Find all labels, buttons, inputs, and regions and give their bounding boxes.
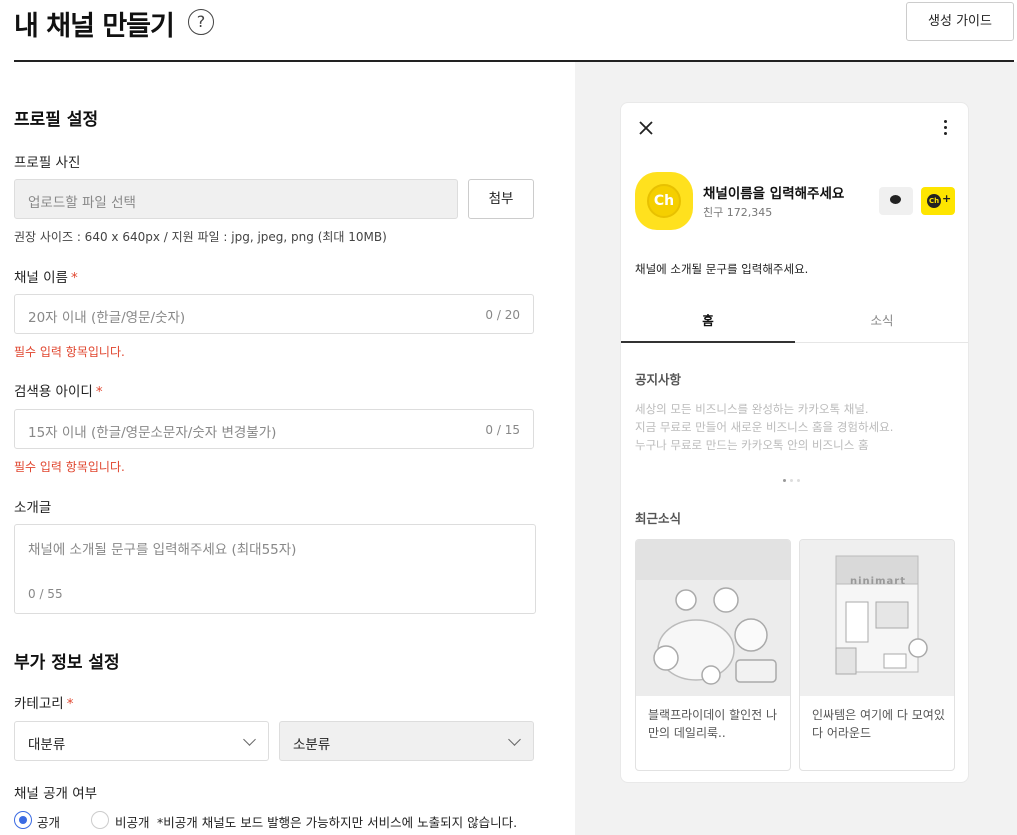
- page-header: 내 채널 만들기 ? 생성 가이드: [14, 0, 1014, 62]
- category-minor-select[interactable]: 소분류: [279, 721, 534, 761]
- channel-name-placeholder: 20자 이내 (한글/영문/숫자): [28, 310, 186, 326]
- tab-home[interactable]: 홈: [621, 299, 795, 343]
- private-note: *비공개 채널도 보드 발행은 가능하지만 서비스에 노출되지 않습니다.: [157, 815, 518, 830]
- page-title: 내 채널 만들기: [14, 11, 175, 42]
- intro-counter: 0 / 55: [28, 587, 63, 601]
- upload-placeholder: 업로드할 파일 선택: [28, 195, 136, 211]
- news-text: 인싸템은 여기에 다 모여있다 어라운드: [812, 708, 945, 740]
- intro-label: 소개글: [14, 500, 52, 516]
- photo-hint: 권장 사이즈 : 640 x 640px / 지원 파일 : jpg, jpeg…: [14, 230, 387, 244]
- category-major-select[interactable]: 대분류: [14, 721, 269, 761]
- notice-line: 누구나 무료로 만드는 카카오톡 안의 비즈니스 홈: [635, 438, 869, 452]
- public-radio-label[interactable]: 공개: [37, 812, 60, 831]
- attach-button[interactable]: 첨부: [468, 179, 534, 219]
- channel-logo: Ch: [635, 172, 693, 230]
- carousel-dots: [783, 467, 804, 486]
- chevron-down-icon: [508, 733, 521, 746]
- close-icon[interactable]: [637, 119, 655, 137]
- search-id-input[interactable]: 15자 이내 (한글/영문소문자/숫자 변경불가) 0 / 15: [14, 409, 534, 449]
- news-card[interactable]: 블랙프라이데이 할인전 나만의 데일리룩..: [635, 539, 791, 771]
- news-illustration: [636, 540, 790, 696]
- profile-section-title: 프로필 설정: [14, 110, 99, 130]
- preview-intro: 채널에 소개될 문구를 입력해주세요.: [635, 262, 809, 276]
- channel-name-input[interactable]: 20자 이내 (한글/영문/숫자) 0 / 20: [14, 294, 534, 334]
- add-channel-button[interactable]: Ch +: [921, 187, 955, 215]
- intro-textarea[interactable]: 채널에 소개될 문구를 입력해주세요 (최대55자) 0 / 55: [14, 524, 536, 614]
- channel-preview-card: Ch 채널이름을 입력해주세요 친구 172,345 Ch + 채널에 소개될 …: [620, 102, 969, 783]
- preview-tabs: 홈 소식: [621, 299, 968, 343]
- recent-news-title: 최근소식: [635, 511, 682, 526]
- channel-name-counter: 0 / 20: [485, 308, 520, 322]
- notice-line: 지금 무료로 만들어 새로운 비즈니스 홈을 경험하세요.: [635, 420, 894, 434]
- chevron-down-icon: [243, 733, 256, 746]
- news-text: 블랙프라이데이 할인전 나만의 데일리룩..: [648, 708, 778, 740]
- add-channel-logo-mark: Ch: [927, 194, 941, 208]
- search-id-error: 필수 입력 항목입니다.: [14, 460, 125, 474]
- category-minor-value: 소분류: [293, 737, 331, 753]
- profile-photo-label: 프로필 사진: [14, 155, 81, 171]
- intro-placeholder: 채널에 소개될 문구를 입력해주세요 (최대55자): [28, 542, 297, 558]
- category-major-value: 대분류: [28, 737, 66, 753]
- profile-photo-file-input[interactable]: 업로드할 파일 선택: [14, 179, 458, 219]
- news-card[interactable]: ninimart 인싸템은 여기에 다 모여있다 어라운드: [799, 539, 955, 771]
- preview-channel-name: 채널이름을 입력해주세요: [703, 186, 845, 202]
- channel-name-error: 필수 입력 항목입니다.: [14, 345, 125, 359]
- more-icon[interactable]: [944, 120, 948, 136]
- chat-bubble-icon[interactable]: [879, 187, 913, 215]
- channel-form: 프로필 설정 프로필 사진 업로드할 파일 선택 첨부 권장 사이즈 : 640…: [14, 62, 554, 835]
- preview-friends-count: 친구 172,345: [703, 206, 773, 219]
- category-label: 카테고리 *: [14, 696, 74, 712]
- private-radio-label[interactable]: 비공개: [115, 812, 150, 831]
- public-radio[interactable]: [14, 811, 32, 829]
- creation-guide-button[interactable]: 생성 가이드: [906, 2, 1014, 41]
- search-id-counter: 0 / 15: [485, 423, 520, 437]
- search-id-placeholder: 15자 이내 (한글/영문소문자/숫자 변경불가): [28, 425, 277, 441]
- private-radio[interactable]: [91, 811, 109, 829]
- channel-logo-mark: Ch: [647, 184, 681, 218]
- tab-news[interactable]: 소식: [795, 299, 969, 343]
- channel-name-label: 채널 이름 *: [14, 270, 78, 286]
- store-sign: ninimart: [850, 576, 906, 587]
- notice-title: 공지사항: [635, 372, 682, 387]
- create-channel-page: 내 채널 만들기 ? 생성 가이드 프로필 설정 프로필 사진 업로드할 파일 …: [0, 0, 1017, 835]
- notice-line: 세상의 모든 비즈니스를 완성하는 카카오톡 채널.: [635, 402, 869, 416]
- visibility-label: 채널 공개 여부: [14, 786, 98, 802]
- plus-icon: +: [942, 192, 952, 205]
- store-illustration: [800, 540, 954, 696]
- help-icon[interactable]: ?: [188, 9, 214, 35]
- extra-section-title: 부가 정보 설정: [14, 653, 120, 673]
- search-id-label: 검색용 아이디 *: [14, 384, 103, 400]
